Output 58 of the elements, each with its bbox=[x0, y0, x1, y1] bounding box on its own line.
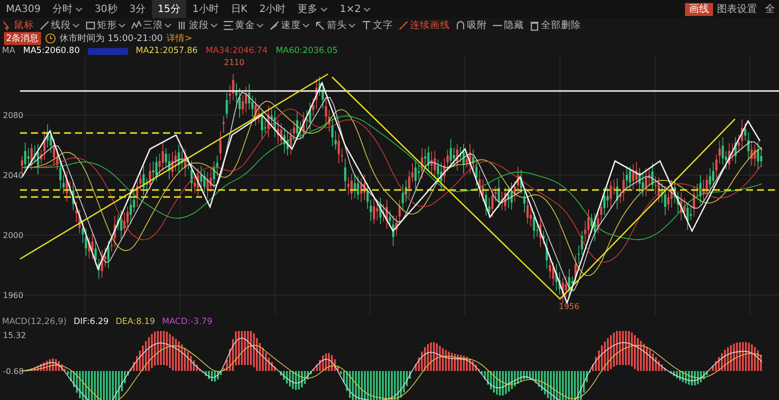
chart-tool-button[interactable]: 画线 bbox=[685, 2, 713, 16]
ma-value: MA21:2057.86 bbox=[136, 46, 198, 56]
chart-tool-button[interactable]: 图表设置 bbox=[713, 2, 761, 16]
macd-axis-label: -0.68 bbox=[3, 367, 24, 376]
tool-icon bbox=[529, 20, 540, 30]
dif-value: DIF:6.29 bbox=[74, 317, 109, 327]
drawing-tool-button[interactable]: 鼠标 bbox=[2, 18, 34, 32]
macd-selector[interactable]: MACD(12,26,9) bbox=[2, 317, 67, 327]
drawing-tool-button[interactable]: 波段 bbox=[177, 18, 218, 32]
chart-tool-button[interactable]: 全 bbox=[761, 2, 779, 16]
timeframe-tab[interactable]: 1×2 bbox=[334, 0, 377, 18]
timeframe-tab[interactable]: 2小时 bbox=[253, 0, 292, 18]
macd-axis-label: 15.32 bbox=[3, 331, 26, 340]
drawing-tool-button[interactable]: 三浪 bbox=[131, 18, 172, 32]
legend-swatch bbox=[88, 48, 128, 54]
tool-icon bbox=[455, 20, 466, 30]
tool-icon bbox=[398, 20, 409, 30]
low-price-label: 1956 bbox=[559, 302, 580, 311]
timeframe-tab[interactable]: 更多 bbox=[292, 0, 334, 18]
drawing-tool-button[interactable]: 箭头 bbox=[315, 18, 356, 32]
ma-value: MA5:2060.80 bbox=[23, 46, 80, 56]
message-badge[interactable]: 2条消息 bbox=[4, 32, 41, 45]
tool-icon bbox=[269, 20, 280, 30]
drawing-tool-button[interactable]: 矩形 bbox=[85, 18, 126, 32]
high-price-label: 2110 bbox=[224, 58, 244, 67]
tool-icon bbox=[85, 20, 96, 30]
timeframe-tab[interactable]: 3分 bbox=[123, 0, 152, 18]
tool-icon bbox=[223, 20, 234, 30]
drawing-tool-button[interactable]: 全部删除 bbox=[529, 18, 581, 32]
drawing-tool-button[interactable]: 连续画线 bbox=[398, 18, 450, 32]
drawing-tool-button[interactable]: 线段 bbox=[39, 18, 80, 32]
price-axis-label: 2080 bbox=[3, 111, 24, 120]
dea-value: DEA:8.19 bbox=[116, 317, 156, 327]
timeframe-tab[interactable]: 15分 bbox=[152, 0, 186, 18]
timeframe-tab[interactable]: 1小时 bbox=[186, 0, 225, 18]
details-link[interactable]: 详情> bbox=[166, 32, 192, 45]
clock-icon bbox=[44, 33, 56, 44]
timeframe-tab[interactable]: 日K bbox=[224, 0, 254, 18]
indicator-selector[interactable]: MA bbox=[2, 46, 16, 56]
timeframe-tab[interactable]: MA309 bbox=[0, 0, 47, 18]
ma-value: MA60:2036.05 bbox=[276, 46, 338, 56]
market-hours-notice: 休市时间为 15:00-21:00 bbox=[60, 32, 163, 45]
macd-value: MACD:-3.79 bbox=[162, 317, 212, 327]
drawing-tool-button[interactable]: 文字 bbox=[361, 18, 393, 32]
tool-icon bbox=[131, 20, 142, 30]
ma-value: MA34:2046.74 bbox=[206, 46, 268, 56]
drawing-tool-button[interactable]: 黄金 bbox=[223, 18, 264, 32]
price-axis-label: 2040 bbox=[3, 171, 24, 180]
price-axis-label: 1960 bbox=[3, 291, 24, 300]
drawing-tool-button[interactable]: 速度 bbox=[269, 18, 310, 32]
tool-icon bbox=[361, 20, 372, 30]
price-axis-label: 2000 bbox=[3, 231, 24, 240]
drawing-tool-button[interactable]: 隐藏 bbox=[492, 18, 524, 32]
timeframe-tab[interactable]: 分时 bbox=[46, 0, 89, 18]
tool-icon bbox=[39, 20, 50, 30]
drawing-tool-button[interactable]: 吸附 bbox=[455, 18, 487, 32]
tool-icon bbox=[315, 20, 326, 30]
timeframe-tab[interactable]: 30秒 bbox=[88, 0, 124, 18]
